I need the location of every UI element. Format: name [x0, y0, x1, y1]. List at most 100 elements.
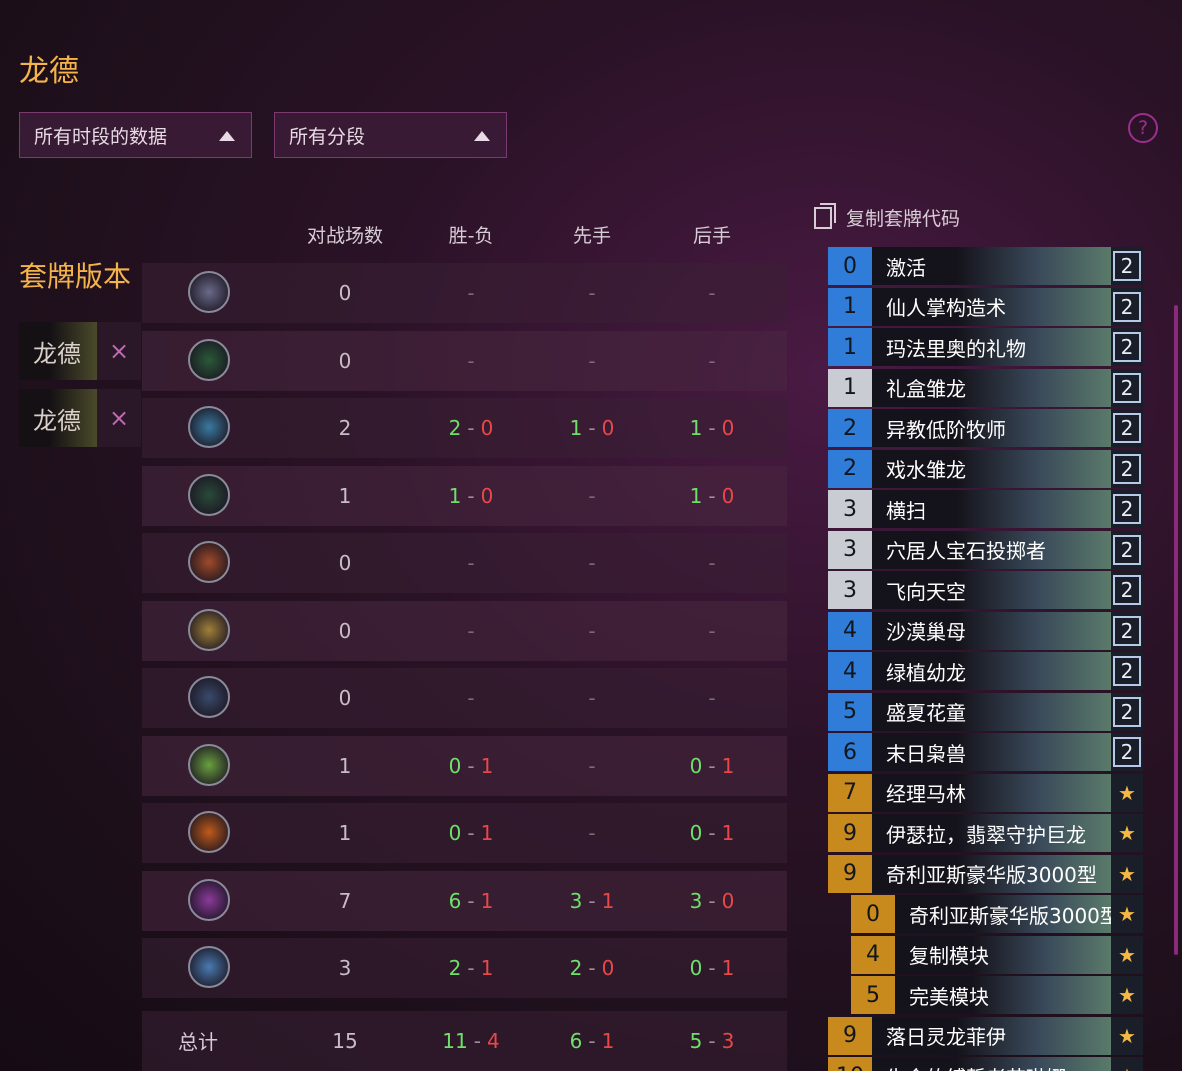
loss-count: 0: [480, 416, 494, 440]
card-name: 仙人掌构造术: [872, 287, 1111, 326]
card-cost: 6: [828, 733, 872, 771]
winloss-cell: -: [411, 668, 531, 728]
header-second: 后手: [692, 225, 731, 247]
card-row[interactable]: 2 异教低阶牧师 2: [828, 409, 1143, 447]
card-cost: 4: [828, 652, 872, 690]
card-row[interactable]: 1 礼盒雏龙 2: [828, 368, 1143, 407]
total-row: 总计 15 11-4 6-1 5-3: [142, 1010, 787, 1071]
card-row[interactable]: 5 完美模块 ★: [851, 976, 1143, 1014]
copy-icon: [814, 202, 836, 229]
win-count: 0: [689, 753, 703, 778]
card-row[interactable]: 0 奇利亚斯豪华版3000型 ★: [851, 895, 1143, 933]
card-row[interactable]: 10生命的缚誓者艾琳娜 ★: [828, 1057, 1143, 1071]
card-row[interactable]: 3 飞向天空 2: [828, 571, 1143, 609]
caret-up-icon: [219, 131, 235, 141]
page-title: 龙德: [19, 54, 79, 89]
legendary-star-icon: ★: [1118, 983, 1136, 1007]
table-row[interactable]: 10-1-0-1: [142, 735, 787, 796]
hunter-icon: [188, 473, 230, 516]
card-row[interactable]: 4 沙漠巢母 2: [828, 611, 1143, 650]
legendary-star-icon: ★: [1118, 821, 1136, 845]
table-row[interactable]: 10-1-0-1: [142, 803, 787, 863]
scrollbar[interactable]: [1174, 305, 1178, 955]
card-count: 2: [1111, 692, 1143, 731]
card-name: 盛夏花童: [872, 692, 1111, 731]
table-row[interactable]: 76-13-13-0: [142, 870, 787, 931]
card-count-value: 2: [1113, 332, 1141, 362]
table-row[interactable]: 0 - - -: [142, 600, 787, 661]
card-name: 沙漠巢母: [872, 611, 1111, 650]
card-name: 复制模块: [895, 935, 1111, 974]
separator: -: [708, 753, 716, 778]
loss-count: 1: [721, 821, 735, 845]
card-count: 2: [1111, 287, 1143, 326]
card-row[interactable]: 6 末日枭兽 2: [828, 733, 1143, 771]
card-name: 伊瑟拉，翡翠守护巨龙: [872, 814, 1111, 852]
card-cost: 0: [828, 247, 872, 285]
winloss-cell: 2-0: [411, 398, 531, 458]
table-row[interactable]: 0 - - -: [142, 668, 787, 728]
card-row[interactable]: 1 仙人掌构造术 2: [828, 287, 1143, 326]
card-name: 玛法里奥的礼物: [872, 328, 1111, 366]
card-row[interactable]: 9 落日灵龙菲伊 ★: [828, 1016, 1143, 1055]
card-row[interactable]: 0 激活 2: [828, 247, 1143, 285]
win-count: 2: [569, 956, 583, 980]
second-cell: 1-0: [652, 398, 772, 458]
table-row[interactable]: 0 - - -: [142, 263, 787, 323]
copy-deck-code-button[interactable]: 复制套牌代码: [814, 202, 960, 231]
card-name: 经理马林: [872, 773, 1111, 812]
games-count: 0: [338, 348, 352, 373]
separator: -: [467, 888, 475, 913]
card-cost: 9: [828, 854, 872, 893]
card-count: ★: [1111, 935, 1143, 974]
win-count: 11: [442, 1028, 468, 1053]
card-row[interactable]: 9 伊瑟拉，翡翠守护巨龙 ★: [828, 814, 1143, 852]
card-count: ★: [1111, 895, 1143, 933]
first-cell: -: [532, 736, 652, 796]
time-range-dropdown[interactable]: 所有时段的数据: [19, 112, 252, 158]
table-row[interactable]: 0 - - -: [142, 533, 787, 593]
table-row[interactable]: 0 - - -: [142, 330, 787, 391]
card-row[interactable]: 7 经理马林 ★: [828, 773, 1143, 812]
card-row[interactable]: 1 玛法里奥的礼物 2: [828, 328, 1143, 366]
card-row[interactable]: 4 复制模块 ★: [851, 935, 1143, 974]
loss-count: 0: [721, 888, 735, 913]
card-name: 奇利亚斯豪华版3000型: [872, 854, 1111, 893]
empty-dash: -: [467, 348, 475, 373]
card-count-value: 2: [1113, 453, 1141, 484]
card-row[interactable]: 2 戏水雏龙 2: [828, 449, 1143, 488]
table-row[interactable]: 22-01-01-0: [142, 398, 787, 458]
games-count: 0: [338, 551, 352, 575]
win-count: 5: [689, 1028, 703, 1053]
card-cost: 3: [828, 571, 872, 609]
remove-version-icon[interactable]: ×: [97, 322, 141, 380]
card-row[interactable]: 4 绿植幼龙 2: [828, 652, 1143, 690]
empty-dash: -: [588, 686, 596, 710]
separator: -: [467, 956, 475, 980]
card-name: 落日灵龙菲伊: [872, 1016, 1111, 1055]
loss-count: 0: [721, 483, 735, 508]
empty-dash: -: [588, 348, 596, 373]
card-row[interactable]: 3 穴居人宝石投掷者 2: [828, 530, 1143, 569]
deck-version-item[interactable]: 龙德 ×: [19, 322, 141, 380]
rank-range-dropdown[interactable]: 所有分段: [274, 112, 507, 158]
card-row[interactable]: 5 盛夏花童 2: [828, 692, 1143, 731]
card-count: 2: [1111, 530, 1143, 569]
help-icon[interactable]: ?: [1128, 113, 1158, 143]
remove-version-icon[interactable]: ×: [97, 389, 141, 447]
card-cost: 3: [828, 530, 872, 569]
card-row[interactable]: 3 横扫 2: [828, 490, 1143, 528]
card-cost: 1: [828, 287, 872, 326]
card-count: 2: [1111, 652, 1143, 690]
separator: -: [588, 888, 596, 913]
empty-dash: -: [467, 281, 475, 305]
separator: -: [708, 888, 716, 913]
empty-dash: -: [708, 686, 716, 710]
table-row[interactable]: 32-12-00-1: [142, 938, 787, 998]
card-row[interactable]: 9 奇利亚斯豪华版3000型 ★: [828, 854, 1143, 893]
card-cost: 5: [828, 692, 872, 731]
table-row[interactable]: 11-0-1-0: [142, 465, 787, 526]
games-count: 7: [338, 888, 352, 913]
card-name: 穴居人宝石投掷者: [872, 530, 1111, 569]
deck-version-item[interactable]: 龙德 ×: [19, 389, 141, 447]
